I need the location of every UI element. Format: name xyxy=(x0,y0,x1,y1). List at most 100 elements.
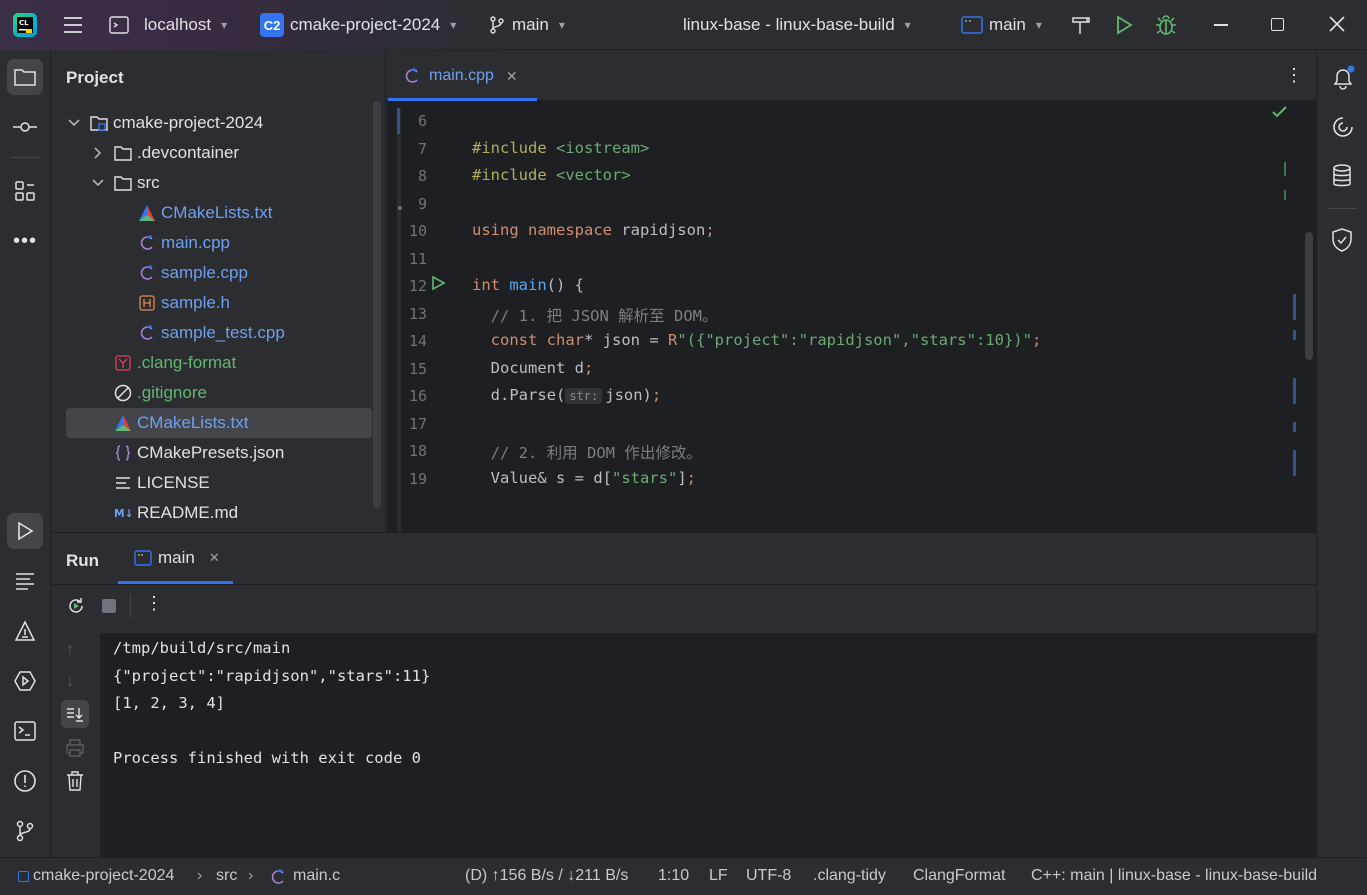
scroll-up-arrow-icon[interactable]: ↑ xyxy=(66,641,74,659)
project-selector[interactable]: C2 cmake-project-2024 ▾ xyxy=(260,0,456,50)
code-line: using namespace rapidjson; xyxy=(472,221,715,239)
line-number: 7 xyxy=(417,139,427,158)
tree-item-label: main.cpp xyxy=(161,233,230,252)
services-tool-button[interactable] xyxy=(7,663,43,699)
file-encoding[interactable]: UTF-8 xyxy=(746,867,791,885)
build-config-selector[interactable]: linux-base - linux-base-build ▾ xyxy=(683,0,911,50)
close-window-button[interactable] xyxy=(1329,16,1345,32)
messages-tool-button[interactable] xyxy=(7,563,43,599)
cmake-tool-button[interactable] xyxy=(7,613,43,649)
build-hammer-icon[interactable] xyxy=(1070,14,1092,36)
inspection-ok-icon[interactable] xyxy=(1272,105,1288,119)
chevron-down-icon[interactable] xyxy=(90,179,106,187)
tree-item-label: LICENSE xyxy=(137,473,210,492)
console-line: /tmp/build/src/main xyxy=(113,639,291,657)
problems-tool-button[interactable] xyxy=(7,763,43,799)
tree-item[interactable]: CMakeLists.txt xyxy=(66,198,372,228)
database-icon[interactable] xyxy=(1331,163,1353,189)
run-panel-title: Run xyxy=(66,551,100,570)
rerun-icon[interactable] xyxy=(66,596,86,616)
linter-status[interactable]: .clang-tidy xyxy=(813,867,886,885)
terminal-tool-button[interactable] xyxy=(7,713,43,749)
run-options-kebab-icon[interactable]: ⋮ xyxy=(145,593,163,614)
editor-scrollbar[interactable] xyxy=(1305,232,1313,360)
remote-host-selector[interactable]: localhost ▾ xyxy=(108,0,227,50)
run-console-output[interactable]: /tmp/build/src/main {"project":"rapidjson… xyxy=(100,633,1316,858)
warning-circle-icon xyxy=(13,769,37,793)
ai-assistant-icon[interactable] xyxy=(1331,115,1355,139)
line-ending[interactable]: LF xyxy=(709,867,728,885)
breadcrumb-folder[interactable]: src xyxy=(216,867,237,885)
header-file-icon xyxy=(138,294,156,312)
cpp-file-icon xyxy=(138,234,156,252)
close-run-tab-icon[interactable]: ✕ xyxy=(209,550,220,566)
notifications-bell-icon[interactable] xyxy=(1330,65,1356,91)
tree-item[interactable]: LICENSE xyxy=(66,468,372,498)
tree-item[interactable]: main.cpp xyxy=(66,228,372,258)
trash-icon[interactable] xyxy=(66,771,84,791)
run-config-selector[interactable]: main ▾ xyxy=(961,0,1042,50)
scroll-to-end-button[interactable] xyxy=(61,700,89,728)
clion-logo-icon[interactable]: CL xyxy=(13,13,37,37)
tree-item[interactable]: .gitignore xyxy=(66,378,372,408)
debug-icon[interactable] xyxy=(1155,13,1177,37)
structure-tool-button[interactable] xyxy=(7,173,43,209)
tree-item[interactable]: .clang-format xyxy=(66,348,372,378)
run-tab-main[interactable]: main ✕ xyxy=(118,533,233,583)
code-line: #include <iostream> xyxy=(472,138,650,157)
line-number: 16 xyxy=(408,387,427,405)
breadcrumb-separator-icon: › xyxy=(248,867,254,884)
tree-item[interactable]: CMakeLists.txt xyxy=(66,408,372,438)
caret-position[interactable]: 1:10 xyxy=(658,867,689,885)
minimize-button[interactable] xyxy=(1214,24,1228,26)
right-tool-stripe xyxy=(1316,51,1367,857)
code-area[interactable]: 6 7 #include <iostream> 8 #include <vector> 9… xyxy=(387,102,1316,532)
close-tab-icon[interactable]: ✕ xyxy=(506,68,518,85)
breadcrumb-file[interactable]: main.c xyxy=(293,867,340,885)
maximize-button[interactable] xyxy=(1271,18,1284,31)
project-panel: Project cmake-project-2024 .devcontainer s… xyxy=(52,51,386,531)
tree-item[interactable]: .devcontainer xyxy=(66,138,372,168)
cpp-file-icon xyxy=(403,67,421,85)
run-icon[interactable] xyxy=(1113,14,1135,36)
formatter-status[interactable]: ClangFormat xyxy=(913,867,1005,885)
stop-icon[interactable] xyxy=(102,599,116,613)
more-tools-button[interactable]: ••• xyxy=(7,223,43,259)
svg-text:M↓: M↓ xyxy=(114,507,132,520)
main-menu-icon[interactable] xyxy=(62,14,84,36)
line-number: 15 xyxy=(408,359,427,378)
git-tool-button[interactable] xyxy=(7,813,43,849)
chevron-down-icon[interactable] xyxy=(66,119,82,127)
run-tool-button[interactable] xyxy=(7,513,43,549)
tree-item-label: .clang-format xyxy=(137,353,237,372)
tree-item[interactable]: cmake-project-2024 xyxy=(66,108,372,138)
resolve-context[interactable]: C++: main | linux-base - linux-base-buil… xyxy=(1031,867,1317,885)
vcs-branch-selector[interactable]: main ▾ xyxy=(488,0,565,50)
folder-icon xyxy=(114,144,132,162)
scroll-down-arrow-icon[interactable]: ↓ xyxy=(66,673,74,691)
tree-item[interactable]: sample.h xyxy=(66,288,372,318)
code-line: d.Parse(str: json); xyxy=(472,386,662,404)
run-config-icon xyxy=(961,15,983,35)
project-scrollbar[interactable] xyxy=(373,101,381,508)
security-shield-icon[interactable] xyxy=(1331,227,1353,253)
print-icon[interactable] xyxy=(66,739,84,757)
tree-item-label: CMakePresets.json xyxy=(137,443,285,462)
build-config-label: linux-base - linux-base-build xyxy=(683,15,895,34)
tab-options-kebab-icon[interactable]: ⋮ xyxy=(1285,65,1303,86)
cmake-icon xyxy=(114,414,132,432)
tree-item[interactable]: CMakePresets.json xyxy=(66,438,372,468)
commit-tool-button[interactable] xyxy=(7,109,43,145)
tree-item[interactable]: sample.cpp xyxy=(66,258,372,288)
line-number: 11 xyxy=(408,249,427,268)
editor-tab-main-cpp[interactable]: main.cpp ✕ xyxy=(387,51,537,101)
tree-item[interactable]: src xyxy=(66,168,372,198)
active-tab-indicator xyxy=(388,98,537,101)
project-tool-button[interactable] xyxy=(7,59,43,95)
line-number: 18 xyxy=(408,442,427,460)
breadcrumb-project[interactable]: cmake-project-2024 xyxy=(33,867,174,885)
chevron-right-icon[interactable] xyxy=(90,147,106,159)
code-line: // 2. 利用 DOM 作出修改。 xyxy=(490,444,702,462)
tree-item[interactable]: M↓ README.md xyxy=(66,498,372,528)
tree-item[interactable]: sample_test.cpp xyxy=(66,318,372,348)
